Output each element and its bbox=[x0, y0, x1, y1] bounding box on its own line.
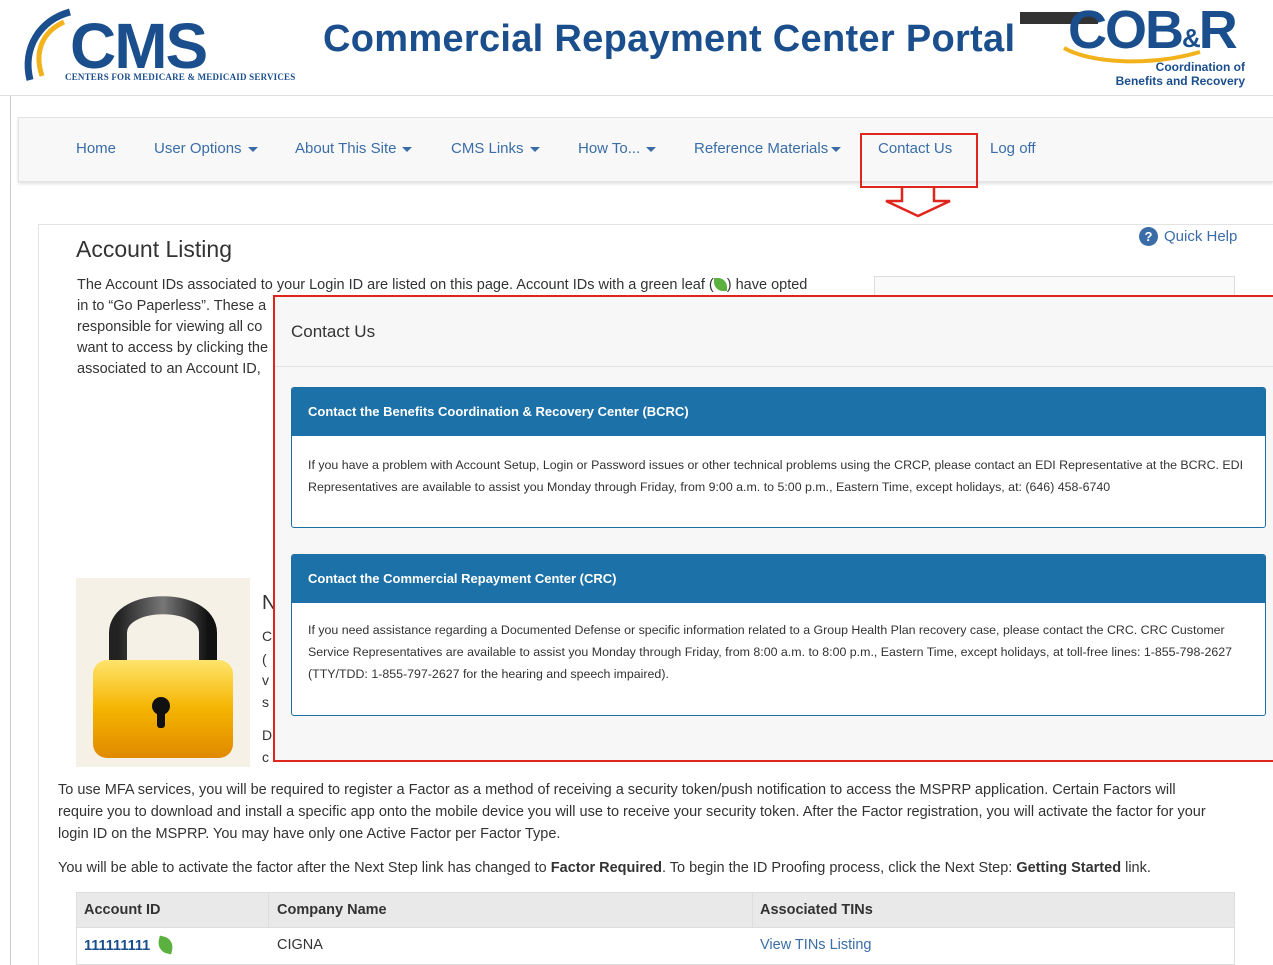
down-arrow-icon bbox=[885, 188, 951, 218]
intro-text-line5: associated to an Account ID, bbox=[77, 361, 261, 377]
card-text-line: If you have a problem with Account Setup… bbox=[308, 458, 1244, 472]
intro-line1-pre: The Account IDs associated to your Login… bbox=[77, 277, 714, 293]
partial-letter: ( bbox=[262, 651, 267, 667]
table-header: Account ID Company Name Associated TINs bbox=[76, 892, 1235, 928]
partial-letter: C bbox=[262, 628, 273, 644]
card-text-line: If you need assistance regarding a Docum… bbox=[308, 623, 1225, 637]
intro-line1-post: ) have opted bbox=[726, 277, 808, 293]
intro-text-line4: want to access by clicking the bbox=[77, 340, 269, 356]
table-row: 111111111 CIGNA View TINs Listing bbox=[76, 928, 1235, 965]
padlock-icon bbox=[93, 596, 233, 758]
column-header: Company Name bbox=[277, 902, 387, 918]
card-heading: Contact the Commercial Repayment Center … bbox=[292, 555, 1265, 603]
page-left-border bbox=[10, 96, 11, 965]
cobr-subtitle: Coordination of Benefits and Recovery bbox=[1116, 60, 1245, 88]
nav-about[interactable]: About This Site bbox=[295, 140, 413, 157]
partial-letter: s bbox=[262, 694, 269, 710]
intro-text-line2: in to “Go Paperless”. These a bbox=[77, 298, 267, 314]
partial-letter: D bbox=[262, 727, 273, 743]
nav-user-options-label: User Options bbox=[154, 140, 242, 157]
caret-down-icon bbox=[247, 146, 258, 152]
nav-logoff[interactable]: Log off bbox=[990, 140, 1036, 157]
modal-divider bbox=[275, 366, 1273, 367]
nav-cms-links-label: CMS Links bbox=[451, 140, 524, 157]
padlock-image bbox=[76, 578, 250, 767]
mfa-paragraph-line1: To use MFA services, you will be require… bbox=[58, 782, 1176, 798]
cms-logo-subtitle: CENTERS FOR MEDICARE & MEDICAID SERVICES bbox=[65, 72, 296, 82]
nav-reference-label: Reference Materials bbox=[694, 140, 829, 157]
card-text-line: (TTY/TDD: 1-855-797-2627 for the hearing… bbox=[308, 667, 669, 681]
mfa-paragraph-line3: login ID on the MSPRP. You may have only… bbox=[58, 826, 561, 842]
mfa-paragraph-line2: require you to download and install a sp… bbox=[58, 804, 1206, 820]
account-id-link[interactable]: 111111111 bbox=[84, 935, 175, 955]
column-header: Account ID bbox=[84, 902, 161, 918]
nav-how-to[interactable]: How To... bbox=[578, 140, 657, 157]
getting-started-term: Getting Started bbox=[1016, 860, 1122, 876]
contact-highlight-box bbox=[860, 133, 978, 188]
card-body: If you need assistance regarding a Docum… bbox=[292, 603, 1265, 685]
mfa-activation-paragraph: You will be able to activate the factor … bbox=[58, 860, 1151, 876]
column-header: Associated TINs bbox=[760, 902, 873, 918]
caret-down-icon bbox=[402, 146, 413, 152]
card-body: If you have a problem with Account Setup… bbox=[292, 436, 1265, 498]
site-header: CMS CENTERS FOR MEDICARE & MEDICAID SERV… bbox=[0, 0, 1273, 96]
help-icon: ? bbox=[1139, 227, 1158, 246]
cobr-subtitle-line2: Benefits and Recovery bbox=[1115, 74, 1245, 88]
nav-reference[interactable]: Reference Materials bbox=[694, 140, 842, 157]
para-text: . To begin the ID Proofing process, clic… bbox=[661, 860, 1017, 876]
intro-text-line3: responsible for viewing all co bbox=[77, 319, 263, 335]
caret-down-icon bbox=[646, 146, 657, 152]
company-name-cell: CIGNA bbox=[277, 937, 323, 953]
cobr-subtitle-line1: Coordination of bbox=[1155, 60, 1245, 74]
cobr-logo-r: R bbox=[1198, 0, 1238, 60]
para-text: You will be able to activate the factor … bbox=[58, 860, 551, 876]
para-text: link. bbox=[1121, 860, 1151, 876]
nav-how-to-label: How To... bbox=[578, 140, 641, 157]
leaf-icon bbox=[156, 935, 175, 955]
partial-letter: v bbox=[262, 672, 269, 688]
cms-logo[interactable]: CMS CENTERS FOR MEDICARE & MEDICAID SERV… bbox=[20, 8, 300, 88]
nav-cms-links[interactable]: CMS Links bbox=[451, 140, 540, 157]
crc-contact-card: Contact the Commercial Repayment Center … bbox=[291, 554, 1266, 716]
card-text-line: Representatives are available to assist … bbox=[308, 480, 1111, 494]
nav-home[interactable]: Home bbox=[76, 140, 116, 157]
cms-logo-text: CMS bbox=[70, 10, 208, 82]
portal-title: Commercial Repayment Center Portal bbox=[323, 18, 1016, 60]
caret-down-icon bbox=[529, 146, 540, 152]
nav-about-label: About This Site bbox=[295, 140, 397, 157]
account-id-text: 111111111 bbox=[84, 938, 151, 954]
bcrc-contact-card: Contact the Benefits Coordination & Reco… bbox=[291, 387, 1266, 528]
view-tins-link[interactable]: View TINs Listing bbox=[760, 937, 871, 953]
modal-title: Contact Us bbox=[291, 322, 376, 341]
intro-text-line1: The Account IDs associated to your Login… bbox=[77, 277, 807, 293]
card-heading: Contact the Benefits Coordination & Reco… bbox=[292, 388, 1265, 436]
caret-down-icon bbox=[831, 146, 842, 152]
factor-required-term: Factor Required bbox=[550, 860, 662, 876]
quick-help-label: Quick Help bbox=[1164, 228, 1238, 245]
leaf-icon bbox=[713, 278, 727, 291]
card-text-line: Service Representatives are available to… bbox=[308, 645, 1233, 659]
partial-letter: c bbox=[262, 749, 269, 765]
page-title: Account Listing bbox=[76, 236, 232, 262]
nav-user-options[interactable]: User Options bbox=[154, 140, 258, 157]
quick-help-link[interactable]: ? Quick Help bbox=[1139, 227, 1237, 246]
